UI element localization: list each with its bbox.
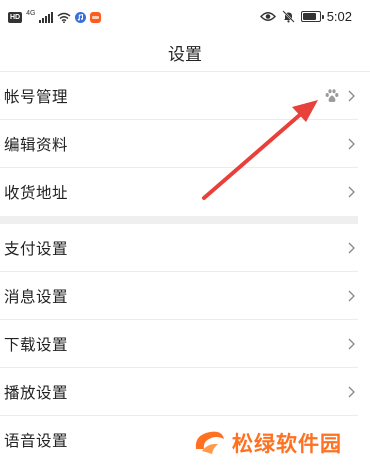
menu-item-shipping-address[interactable]: 收货地址 <box>0 168 358 216</box>
battery-icon <box>300 11 324 22</box>
nav-bar: 设置 <box>0 34 370 72</box>
battery-fill <box>302 13 316 20</box>
menu-item-label: 帐号管理 <box>4 87 69 106</box>
chevron-right-icon <box>348 338 355 349</box>
menu-item-label: 消息设置 <box>4 287 69 306</box>
signal-icon <box>39 11 54 23</box>
menu-item-label: 下载设置 <box>4 335 69 354</box>
settings-group-account: 帐号管理 编辑资料 收货地址 <box>0 72 370 216</box>
menu-item-download-settings[interactable]: 下载设置 <box>0 320 358 368</box>
menu-item-account-management[interactable]: 帐号管理 <box>0 72 358 120</box>
bell-muted-icon <box>281 10 295 23</box>
baidu-paw-icon <box>325 88 339 102</box>
chevron-right-icon <box>348 242 355 253</box>
page-title: 设置 <box>168 45 202 65</box>
watermark: 松绿软件园 <box>192 426 342 460</box>
menu-item-label: 播放设置 <box>4 383 69 402</box>
network-type-label: 4G <box>26 9 36 17</box>
menu-item-playback-settings[interactable]: 播放设置 <box>0 368 358 416</box>
chevron-right-icon <box>348 186 355 198</box>
taobao-app-icon <box>90 11 102 23</box>
eye-icon <box>259 12 276 21</box>
chevron-right-icon <box>348 90 355 101</box>
chevron-right-icon <box>348 138 355 149</box>
menu-item-label: 收货地址 <box>4 184 69 202</box>
chevron-right-icon <box>348 290 355 301</box>
music-app-icon <box>75 11 87 23</box>
chevron-right-icon <box>348 386 355 397</box>
wifi-icon <box>58 12 71 23</box>
watermark-text: 松绿软件园 <box>232 432 342 456</box>
status-bar-left: HD 4G <box>8 9 102 25</box>
menu-item-edit-profile[interactable]: 编辑资料 <box>0 120 358 168</box>
menu-item-message-settings[interactable]: 消息设置 <box>0 272 358 320</box>
clock-time: 5:02 <box>326 9 352 24</box>
watermark-logo-icon <box>195 431 224 454</box>
menu-item-label: 支付设置 <box>4 239 69 258</box>
status-bar: HD 4G 5:02 <box>0 0 370 34</box>
menu-item-payment-settings[interactable]: 支付设置 <box>0 224 358 272</box>
hd-badge: HD <box>8 11 23 23</box>
menu-item-label: 语音设置 <box>4 432 69 450</box>
group-divider <box>0 216 358 224</box>
menu-item-label: 编辑资料 <box>4 135 69 154</box>
status-bar-right: 5:02 <box>259 8 352 25</box>
